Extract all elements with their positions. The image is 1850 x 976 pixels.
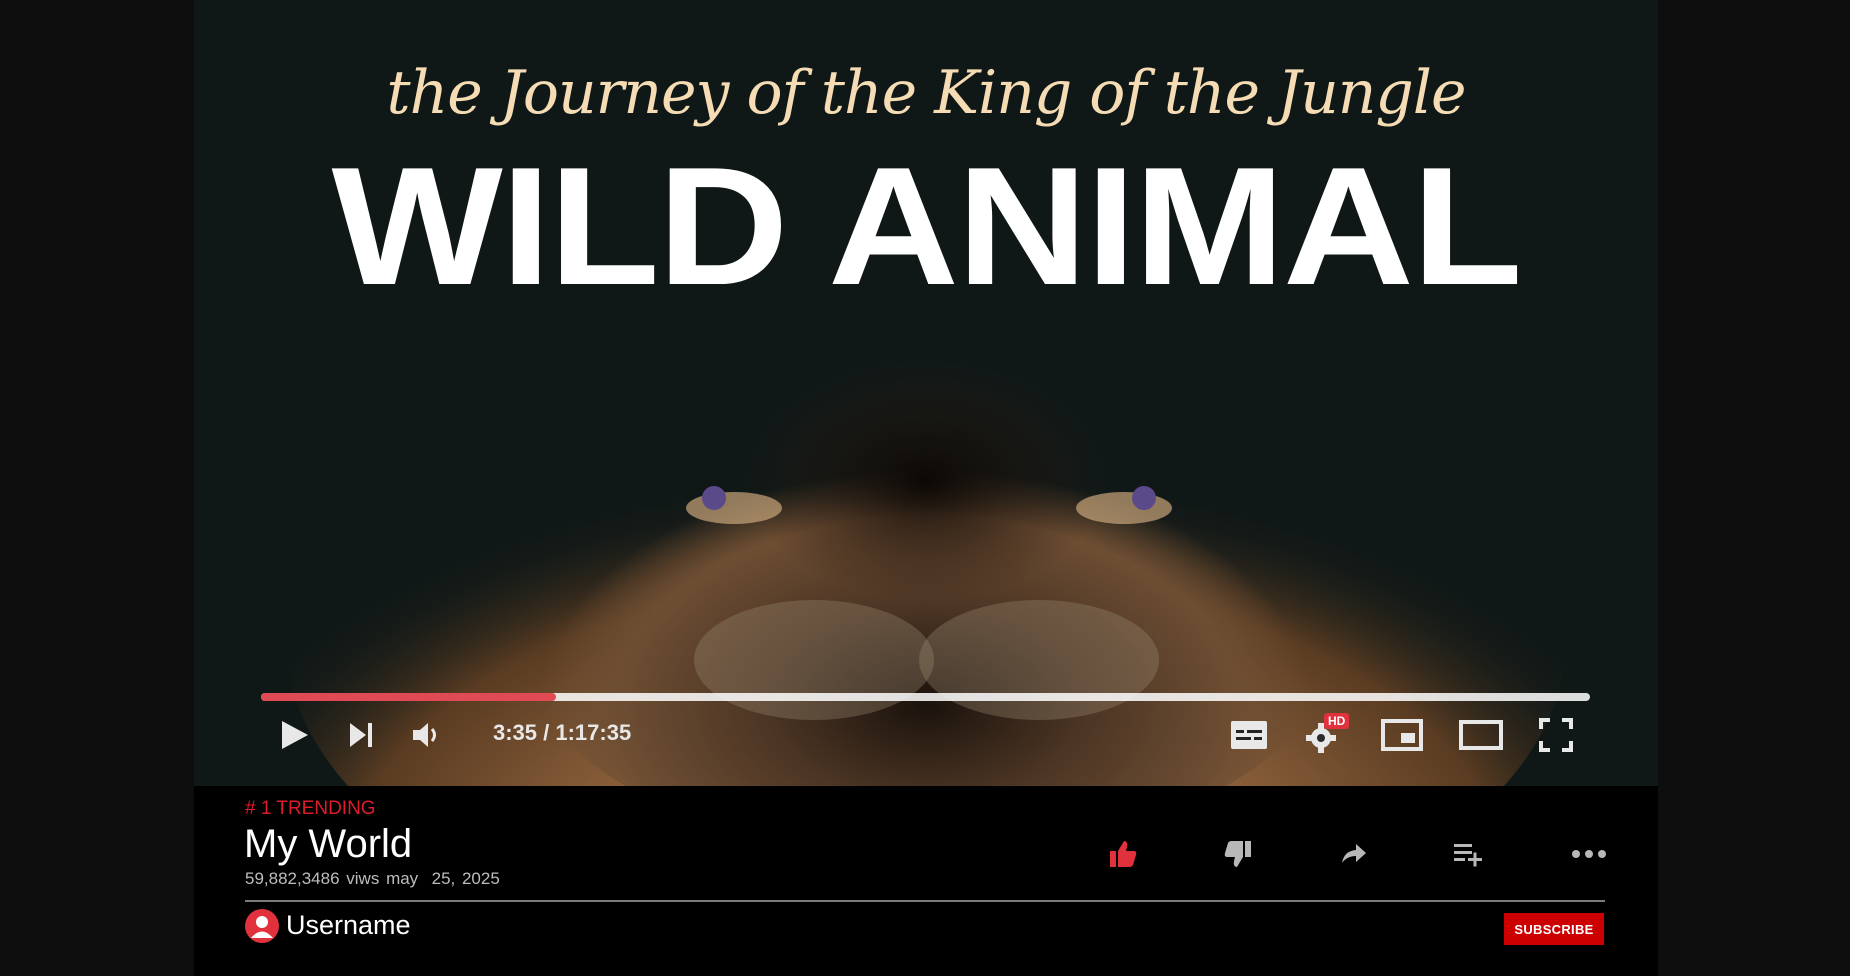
more-icon: [1572, 850, 1606, 858]
more-button[interactable]: [1569, 834, 1609, 874]
hd-badge: HD: [1324, 713, 1350, 729]
volume-icon: [413, 723, 436, 747]
video-info: # 1 TRENDING My World 59,882,3486 viws m…: [194, 786, 1658, 976]
play-icon: [282, 721, 308, 749]
captions-button[interactable]: [1229, 713, 1269, 757]
share-icon: [1342, 844, 1366, 863]
volume-button[interactable]: [408, 713, 444, 757]
video-title: My World: [244, 822, 413, 866]
subscribe-button[interactable]: SUBSCRIBE: [1504, 913, 1604, 945]
captions-icon: [1231, 721, 1267, 749]
dislike-icon: [1224, 841, 1251, 867]
play-button[interactable]: [274, 713, 314, 757]
miniplayer-icon: [1381, 719, 1423, 751]
channel-username[interactable]: Username: [286, 910, 411, 941]
upload-date: may 25, 2025: [386, 869, 500, 888]
view-count: 59,882,3486 viws: [245, 869, 380, 888]
add-to-playlist-icon: [1454, 844, 1482, 867]
thumbnail-title: WILD ANIMAL: [331, 132, 1523, 320]
avatar[interactable]: [245, 909, 279, 943]
video-player[interactable]: the Journey of the King of the Jungle WI…: [194, 0, 1658, 786]
share-button[interactable]: [1333, 834, 1373, 874]
like-icon: [1110, 841, 1137, 867]
theater-mode-icon: [1459, 720, 1503, 750]
progress-bar[interactable]: [261, 693, 1590, 701]
like-button[interactable]: [1103, 834, 1143, 874]
settings-button[interactable]: HD: [1302, 713, 1350, 757]
next-button[interactable]: [344, 713, 378, 757]
miniplayer-button[interactable]: [1379, 713, 1425, 757]
video-page: the Journey of the King of the Jungle WI…: [194, 0, 1658, 976]
thumbnail-script-title: the Journey of the King of the Jungle: [386, 58, 1466, 128]
trending-label[interactable]: # 1 TRENDING: [245, 798, 376, 820]
time-display: 3:35 / 1:17:35: [493, 720, 632, 745]
dislike-button[interactable]: [1218, 834, 1258, 874]
fullscreen-button[interactable]: [1536, 713, 1576, 757]
skip-next-icon: [350, 723, 372, 747]
fullscreen-icon: [1539, 718, 1573, 752]
add-to-playlist-button[interactable]: [1448, 834, 1488, 874]
theater-mode-button[interactable]: [1458, 713, 1504, 757]
video-meta: 59,882,3486 viws may 25, 2025: [245, 869, 500, 889]
user-icon: [251, 916, 273, 938]
progress-fill: [261, 693, 557, 701]
divider: [245, 900, 1605, 902]
